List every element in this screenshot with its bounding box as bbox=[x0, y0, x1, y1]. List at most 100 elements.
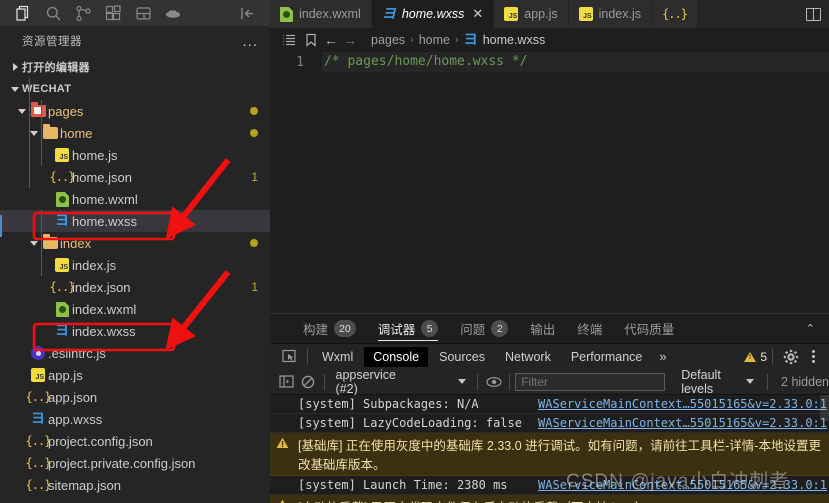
chevron-down-icon[interactable] bbox=[8, 87, 22, 92]
chevron-down-icon[interactable] bbox=[16, 109, 28, 114]
tree-item-home-json[interactable]: {..} home.json 1 bbox=[0, 166, 270, 188]
js-file-icon: JS bbox=[55, 258, 69, 272]
console-line-source[interactable]: WAServiceMainContext…55015165&v=2.33.0:1 bbox=[538, 416, 829, 430]
gear-icon[interactable] bbox=[778, 344, 804, 370]
console-sidebar-icon[interactable] bbox=[276, 369, 297, 395]
tree-item-index-json[interactable]: {..} index.json 1 bbox=[0, 276, 270, 298]
console-context-select[interactable]: appservice (#2) bbox=[330, 368, 472, 396]
chevron-right-icon[interactable] bbox=[8, 63, 22, 71]
inspect-element-icon[interactable] bbox=[276, 344, 302, 370]
docker-icon[interactable] bbox=[158, 0, 188, 26]
tree-item--eslintrc-js[interactable]: .eslintrc.js bbox=[0, 342, 270, 364]
devtools-warning-count[interactable]: 5 bbox=[744, 350, 767, 364]
console-line[interactable]: [system] LazyCodeLoading: false WAService… bbox=[270, 414, 829, 433]
breadcrumb-item-2[interactable]: home.wxss bbox=[483, 33, 546, 47]
devtools-tab-sources[interactable]: Sources bbox=[430, 347, 494, 367]
tree-item-app-js[interactable]: JS app.js bbox=[0, 364, 270, 386]
devtools-tab-performance[interactable]: Performance bbox=[562, 347, 652, 367]
split-editor-icon[interactable] bbox=[806, 7, 821, 21]
file-icon-wrap: {..} bbox=[26, 434, 52, 448]
panel-tab-3[interactable]: 输出 bbox=[519, 314, 566, 344]
console-line[interactable]: [system] Subpackages: N/A WAServiceMainCo… bbox=[270, 395, 829, 414]
layout-icon[interactable] bbox=[128, 0, 158, 26]
tree-item-project-private-config-json[interactable]: {..} project.private.config.json bbox=[0, 452, 270, 474]
source-control-icon[interactable] bbox=[68, 0, 98, 26]
explorer-more-actions[interactable]: ... bbox=[242, 34, 258, 49]
explorer-icon[interactable] bbox=[8, 0, 38, 26]
editor-tab-index-wxml[interactable]: index.wxml bbox=[270, 0, 372, 28]
tree-item-label: home bbox=[60, 125, 93, 141]
json-file-icon: {..} bbox=[25, 478, 52, 492]
line-content[interactable]: /* pages/home/home.wxss */ bbox=[322, 52, 829, 72]
section-open-editors[interactable]: 打开的编辑器 bbox=[0, 56, 270, 78]
search-icon[interactable] bbox=[38, 0, 68, 26]
devtools-tab-network[interactable]: Network bbox=[496, 347, 560, 367]
file-icon-wrap: JS bbox=[28, 368, 48, 382]
section-workspace[interactable]: WECHAT bbox=[0, 78, 270, 100]
close-icon[interactable]: ✕ bbox=[472, 6, 483, 22]
tree-item-label: home.json bbox=[72, 169, 132, 185]
breadcrumb-item-0[interactable]: pages bbox=[371, 33, 405, 47]
panel-tab-label: 终端 bbox=[577, 323, 603, 337]
activity-bar bbox=[0, 0, 270, 26]
tree-item-index-wxml[interactable]: index.wxml bbox=[0, 298, 270, 320]
panel-collapse-button[interactable]: ⌃ bbox=[806, 322, 829, 335]
tree-item-home-wxml[interactable]: home.wxml bbox=[0, 188, 270, 210]
panel-tab-5[interactable]: 代码质量 bbox=[613, 314, 685, 344]
console-line[interactable]: [system] Launch Time: 2380 ms WAServiceMa… bbox=[270, 476, 829, 495]
outline-icon[interactable] bbox=[280, 33, 297, 47]
json-file-icon: {..} bbox=[49, 170, 76, 184]
console-filter-input[interactable] bbox=[515, 372, 666, 391]
editor-tab-partial[interactable]: {..} bbox=[652, 0, 698, 28]
editor-tab-index-js[interactable]: JS index.js bbox=[568, 0, 653, 28]
problem-count-badge: 1 bbox=[251, 280, 258, 294]
file-icon-wrap bbox=[28, 102, 48, 117]
toolbar-separator bbox=[767, 373, 769, 390]
tree-item-index-wxss[interactable]: ヨ index.wxss bbox=[0, 320, 270, 342]
nav-forward-button[interactable]: → bbox=[343, 32, 357, 48]
console-scrollbar[interactable] bbox=[820, 395, 829, 421]
console-output[interactable]: [system] Subpackages: N/A WAServiceMainCo… bbox=[270, 395, 829, 503]
nav-back-button[interactable]: ← bbox=[324, 32, 338, 48]
extensions-icon[interactable] bbox=[98, 0, 128, 26]
collapse-sidebar-icon[interactable] bbox=[232, 0, 262, 26]
file-icon-wrap: {..} bbox=[25, 456, 52, 470]
chevron-down-icon[interactable] bbox=[28, 241, 40, 246]
panel-tab-label: 构建 bbox=[303, 323, 329, 337]
folder-modified-dot bbox=[250, 107, 258, 115]
tree-item-label: home.js bbox=[72, 147, 118, 163]
tree-item-app-wxss[interactable]: ヨ app.wxss bbox=[0, 408, 270, 430]
json-file-icon: {..} bbox=[25, 456, 52, 470]
panel-tab-label: 输出 bbox=[530, 323, 556, 337]
panel-tab-1[interactable]: 调试器 5 bbox=[367, 314, 450, 344]
console-line[interactable]: [基础库] 正在使用灰度中的基础库 2.33.0 进行调试。如有问题，请前往工具… bbox=[270, 433, 829, 476]
console-line[interactable]: [自动热重载] 已开启代码文件保存后自动热重载（不支持 json） bbox=[270, 495, 829, 503]
code-editor[interactable]: 1 /* pages/home/home.wxss */ bbox=[270, 52, 829, 313]
toolbar-separator bbox=[772, 348, 773, 365]
tree-item-sitemap-json[interactable]: {..} sitemap.json bbox=[0, 474, 270, 496]
wxml-file-icon bbox=[280, 6, 293, 22]
devtools-overflow-button[interactable]: » bbox=[651, 349, 674, 364]
tree-item-project-config-json[interactable]: {..} project.config.json bbox=[0, 430, 270, 452]
console-log-levels-select[interactable]: Default levels bbox=[673, 368, 762, 396]
console-line-source[interactable]: WAServiceMainContext…55015165&v=2.33.0:1 bbox=[538, 478, 829, 492]
tree-item-label: app.json bbox=[48, 389, 98, 405]
editor-tab-app-js[interactable]: JS app.js bbox=[494, 0, 569, 28]
editor-tab-actions bbox=[798, 0, 829, 28]
live-expression-icon[interactable] bbox=[483, 369, 504, 395]
breadcrumb-item-1[interactable]: home bbox=[419, 33, 450, 47]
console-line-source[interactable]: WAServiceMainContext…55015165&v=2.33.0:1 bbox=[538, 397, 829, 411]
panel-tab-0[interactable]: 构建 20 bbox=[292, 314, 367, 344]
kebab-menu-icon[interactable] bbox=[804, 350, 823, 363]
vscode-window: 资源管理器 ... 打开的编辑器 WECHAT pages home JS home.… bbox=[0, 0, 829, 503]
clear-console-icon[interactable] bbox=[297, 369, 318, 395]
json-file-icon: {..} bbox=[49, 280, 76, 294]
panel-tab-4[interactable]: 终端 bbox=[566, 314, 613, 344]
panel-tab-2[interactable]: 问题 2 bbox=[449, 314, 519, 344]
file-tree[interactable]: 打开的编辑器 WECHAT pages home JS home.js {..} home… bbox=[0, 56, 270, 503]
editor-tab-home-wxss[interactable]: ヨ home.wxss ✕ bbox=[371, 0, 495, 28]
devtools-tab-console[interactable]: Console bbox=[364, 346, 429, 367]
bookmark-icon[interactable] bbox=[302, 33, 319, 47]
devtools-tab-wxml[interactable]: Wxml bbox=[313, 347, 362, 367]
tree-item-app-json[interactable]: {..} app.json bbox=[0, 386, 270, 408]
